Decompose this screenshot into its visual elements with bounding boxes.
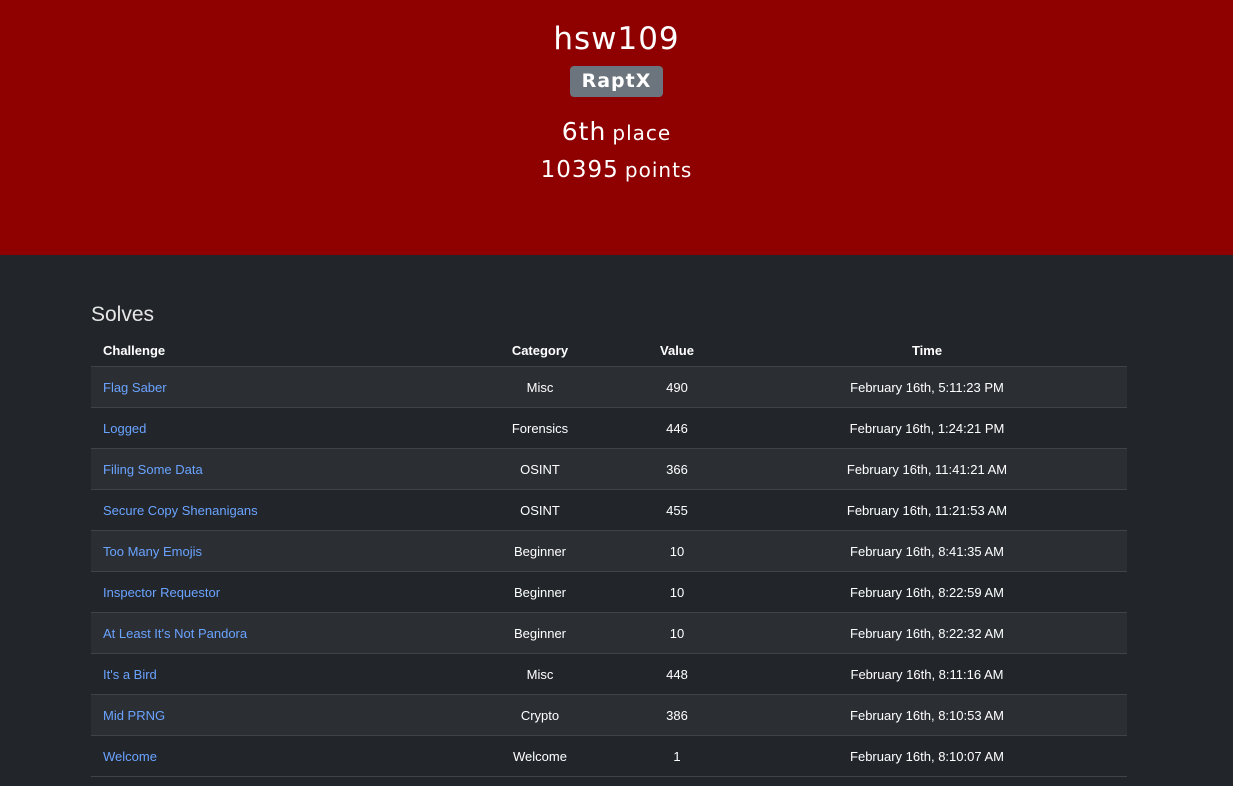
cell-time: February 16th, 8:22:32 AM bbox=[727, 612, 1127, 654]
user-name: hsw109 bbox=[553, 21, 680, 57]
challenge-link[interactable]: Secure Copy Shenanigans bbox=[103, 503, 258, 518]
solves-title: Solves bbox=[91, 303, 155, 326]
cell-challenge: Flag Saber bbox=[91, 366, 453, 408]
cell-time: February 16th, 8:10:53 AM bbox=[727, 694, 1127, 736]
table-header-row: Challenge Category Value Time bbox=[91, 334, 1127, 367]
place-label: place bbox=[612, 121, 672, 145]
cell-challenge: Filing Some Data bbox=[91, 448, 453, 490]
cell-value: 366 bbox=[627, 448, 727, 490]
table-row: Mid PRNG Crypto 386 February 16th, 8:10:… bbox=[91, 694, 1127, 736]
table-row: Filing Some Data OSINT 366 February 16th… bbox=[91, 448, 1127, 490]
user-header: hsw109 RaptX 6th place 10395 points bbox=[0, 0, 1233, 255]
challenge-link[interactable]: Flag Saber bbox=[103, 380, 167, 395]
cell-time: February 16th, 1:24:21 PM bbox=[727, 407, 1127, 449]
table-row: Secure Copy Shenanigans OSINT 455 Februa… bbox=[91, 489, 1127, 531]
cell-value: 10 bbox=[627, 530, 727, 572]
cell-challenge: Inspector Requestor bbox=[91, 571, 453, 613]
place-number: 6th bbox=[561, 117, 607, 146]
challenge-link[interactable]: Too Many Emojis bbox=[103, 544, 202, 559]
cell-category: Crypto bbox=[453, 694, 627, 736]
table-row: Flag Saber Misc 490 February 16th, 5:11:… bbox=[91, 366, 1127, 408]
cell-time: February 16th, 8:11:16 AM bbox=[727, 653, 1127, 695]
table-row: Welcome Welcome 1 February 16th, 8:10:07… bbox=[91, 735, 1127, 777]
cell-time: February 16th, 8:22:59 AM bbox=[727, 571, 1127, 613]
cell-category: OSINT bbox=[453, 448, 627, 490]
cell-category: Misc bbox=[453, 653, 627, 695]
table-row: Logged Forensics 446 February 16th, 1:24… bbox=[91, 407, 1127, 449]
cell-value: 490 bbox=[627, 366, 727, 408]
cell-time: February 16th, 5:11:23 PM bbox=[727, 366, 1127, 408]
cell-value: 1 bbox=[627, 735, 727, 777]
challenge-link[interactable]: At Least It's Not Pandora bbox=[103, 626, 247, 641]
table-row: Too Many Emojis Beginner 10 February 16t… bbox=[91, 530, 1127, 572]
points-number: 10395 bbox=[540, 157, 619, 183]
table-row: Inspector Requestor Beginner 10 February… bbox=[91, 571, 1127, 613]
column-header-value: Value bbox=[627, 334, 727, 367]
cell-value: 10 bbox=[627, 612, 727, 654]
cell-category: Misc bbox=[453, 366, 627, 408]
cell-time: February 16th, 8:41:35 AM bbox=[727, 530, 1127, 572]
table-row: It's a Bird Misc 448 February 16th, 8:11… bbox=[91, 653, 1127, 695]
challenge-link[interactable]: Logged bbox=[103, 421, 146, 436]
cell-value: 455 bbox=[627, 489, 727, 531]
cell-category: Welcome bbox=[453, 735, 627, 777]
cell-challenge: Secure Copy Shenanigans bbox=[91, 489, 453, 531]
solves-table: Challenge Category Value Time Flag Saber… bbox=[91, 334, 1127, 777]
challenge-link[interactable]: It's a Bird bbox=[103, 667, 157, 682]
points-line: 10395 points bbox=[0, 155, 1233, 187]
cell-category: OSINT bbox=[453, 489, 627, 531]
cell-challenge: Logged bbox=[91, 407, 453, 449]
cell-category: Beginner bbox=[453, 530, 627, 572]
solves-section: Solves Challenge Category Value Time Fla… bbox=[91, 255, 1127, 777]
challenge-link[interactable]: Filing Some Data bbox=[103, 462, 203, 477]
cell-challenge: At Least It's Not Pandora bbox=[91, 612, 453, 654]
cell-value: 386 bbox=[627, 694, 727, 736]
cell-time: February 16th, 11:21:53 AM bbox=[727, 489, 1127, 531]
cell-value: 10 bbox=[627, 571, 727, 613]
cell-value: 446 bbox=[627, 407, 727, 449]
cell-challenge: Welcome bbox=[91, 735, 453, 777]
place-line: 6th place bbox=[0, 116, 1233, 151]
team-badge[interactable]: RaptX bbox=[569, 66, 664, 97]
challenge-link[interactable]: Welcome bbox=[103, 749, 157, 764]
cell-value: 448 bbox=[627, 653, 727, 695]
cell-category: Beginner bbox=[453, 571, 627, 613]
points-label: points bbox=[624, 158, 693, 182]
column-header-time: Time bbox=[727, 334, 1127, 367]
cell-time: February 16th, 8:10:07 AM bbox=[727, 735, 1127, 777]
cell-challenge: Mid PRNG bbox=[91, 694, 453, 736]
cell-category: Forensics bbox=[453, 407, 627, 449]
challenge-link[interactable]: Mid PRNG bbox=[103, 708, 165, 723]
column-header-category: Category bbox=[453, 334, 627, 367]
cell-challenge: Too Many Emojis bbox=[91, 530, 453, 572]
table-row: At Least It's Not Pandora Beginner 10 Fe… bbox=[91, 612, 1127, 654]
cell-challenge: It's a Bird bbox=[91, 653, 453, 695]
cell-category: Beginner bbox=[453, 612, 627, 654]
column-header-challenge: Challenge bbox=[91, 334, 453, 367]
challenge-link[interactable]: Inspector Requestor bbox=[103, 585, 220, 600]
cell-time: February 16th, 11:41:21 AM bbox=[727, 448, 1127, 490]
